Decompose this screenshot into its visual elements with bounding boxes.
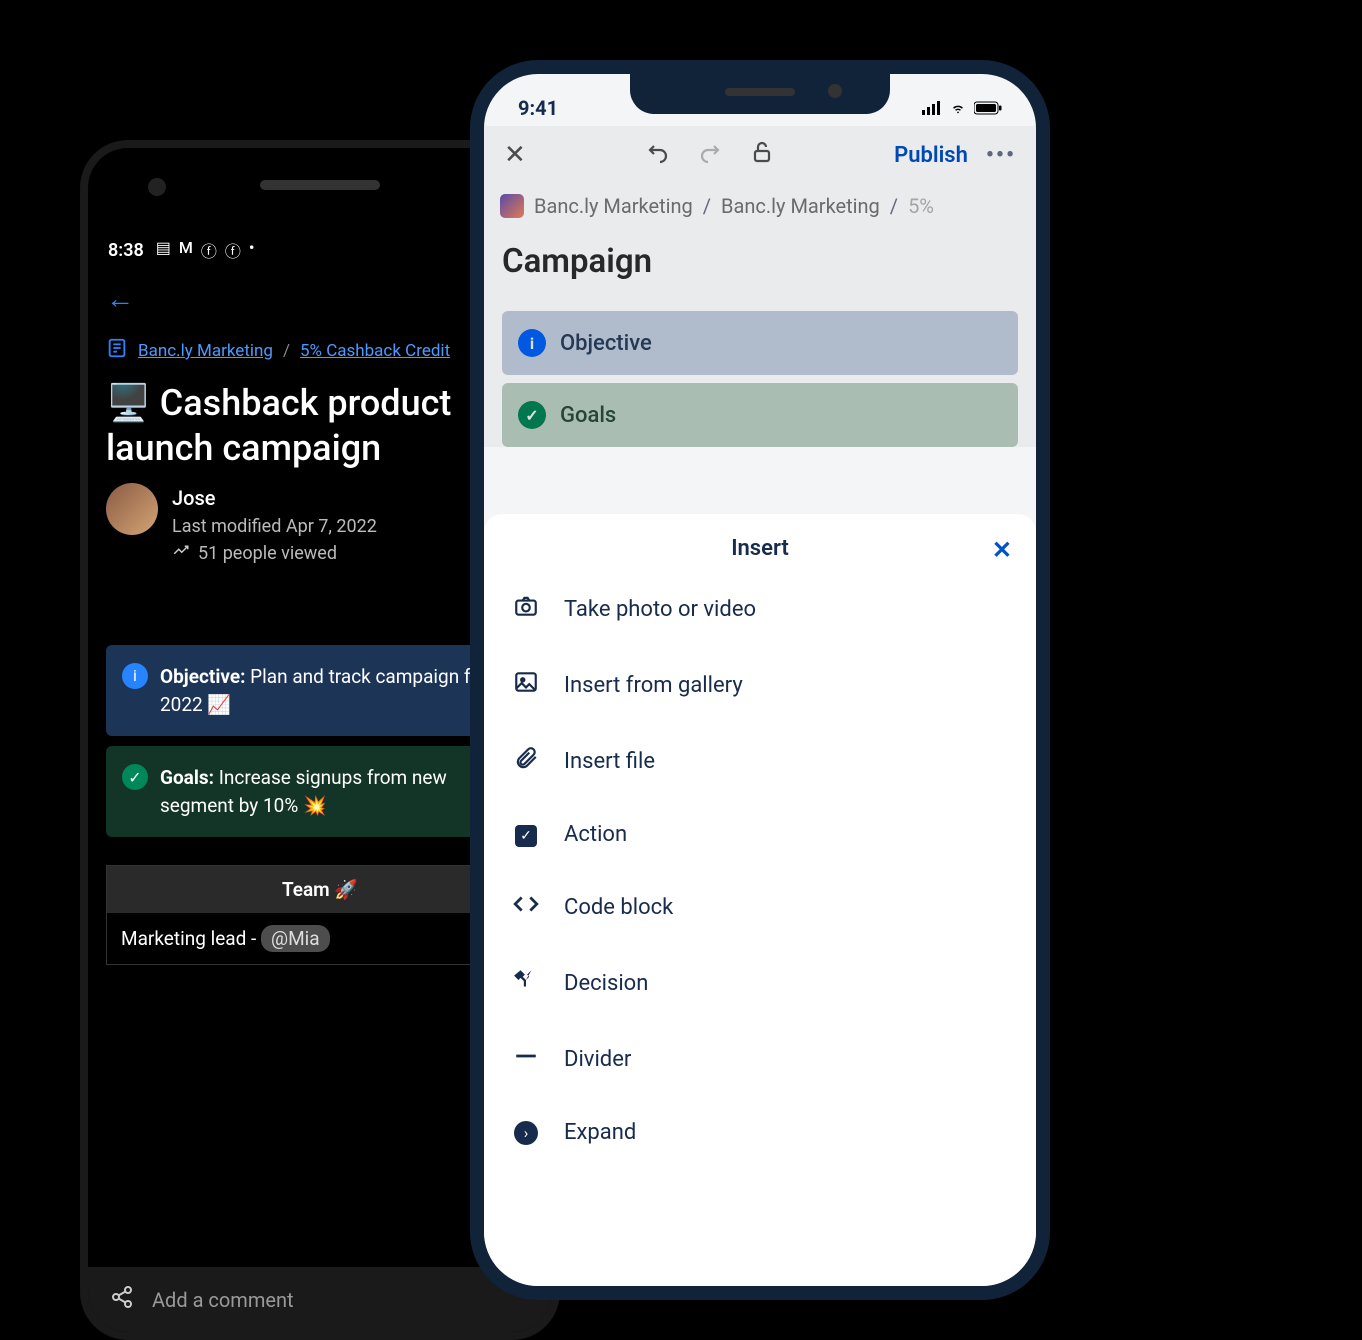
image-icon: ▤ <box>156 238 171 262</box>
breadcrumb-item-3[interactable]: 5% <box>908 194 934 218</box>
breadcrumb-item-1[interactable]: Banc.ly Marketing <box>534 194 693 218</box>
insert-file[interactable]: Insert file <box>484 723 1036 799</box>
insert-expand[interactable]: › Expand <box>484 1097 1036 1167</box>
sheet-title-text: Insert <box>731 536 789 561</box>
breadcrumb: Banc.ly Marketing / Banc.ly Marketing / … <box>484 184 1036 218</box>
objective-panel[interactable]: i Objective <box>502 311 1018 375</box>
breadcrumb-space[interactable]: Banc.ly Marketing <box>138 341 273 361</box>
comment-bar[interactable]: Add a comment <box>88 1267 552 1332</box>
checkbox-icon: ✓ <box>512 821 540 847</box>
signal-icon <box>922 96 942 120</box>
iphone-notch <box>630 74 890 114</box>
objective-label: Objective <box>560 331 652 356</box>
item-label: Insert from gallery <box>564 673 743 698</box>
analytics-icon <box>172 540 190 567</box>
page-icon <box>106 337 128 365</box>
camera-dot <box>148 178 166 196</box>
more-icon[interactable]: ••• <box>986 143 1016 168</box>
battery-icon <box>974 96 1002 120</box>
divider-icon <box>512 1043 540 1075</box>
close-icon[interactable]: ✕ <box>504 140 526 170</box>
item-label: Insert file <box>564 749 655 774</box>
insert-take-photo[interactable]: Take photo or video <box>484 571 1036 647</box>
info-icon: i <box>518 329 546 357</box>
breadcrumb-page[interactable]: 5% Cashback Credit <box>300 341 450 361</box>
objective-label: Objective: <box>160 665 245 688</box>
insert-from-gallery[interactable]: Insert from gallery <box>484 647 1036 723</box>
back-arrow-icon[interactable]: ← <box>106 282 134 315</box>
redo-icon[interactable] <box>698 140 722 170</box>
code-icon <box>512 891 540 923</box>
goals-label: Goals: <box>160 766 214 789</box>
success-icon: ✓ <box>122 764 148 790</box>
ios-phone-light: 9:41 ✕ <box>470 60 1050 1300</box>
comment-placeholder: Add a comment <box>152 1288 294 1312</box>
gmail-icon: M <box>179 238 193 262</box>
space-avatar-icon <box>500 194 524 218</box>
camera-icon <box>512 593 540 625</box>
author-name: Jose <box>172 483 377 513</box>
item-label: Decision <box>564 971 648 996</box>
insert-code-block[interactable]: Code block <box>484 869 1036 945</box>
author-avatar[interactable] <box>106 483 158 535</box>
goals-label: Goals <box>560 403 616 428</box>
undo-icon[interactable] <box>646 140 670 170</box>
lock-open-icon[interactable] <box>750 140 774 170</box>
image-icon <box>512 669 540 701</box>
people-viewed: 51 people viewed <box>198 540 337 567</box>
page-title[interactable]: Campaign <box>484 218 1036 303</box>
sheet-close-icon[interactable]: ✕ <box>992 536 1012 564</box>
editor-toolbar: ✕ Publish ••• <box>484 126 1036 184</box>
breadcrumb-item-2[interactable]: Banc.ly Marketing <box>721 194 880 218</box>
speaker-grille <box>260 180 380 190</box>
success-icon: ✓ <box>518 401 546 429</box>
status-icons: ▤ M ⓕ ⓕ • <box>156 238 255 262</box>
info-icon: i <box>122 663 148 689</box>
insert-decision[interactable]: Decision <box>484 945 1036 1021</box>
breadcrumb-separator: / <box>283 341 290 361</box>
status-time: 9:41 <box>518 96 558 120</box>
sheet-title: Insert ✕ <box>484 536 1036 571</box>
item-label: Divider <box>564 1047 631 1072</box>
last-modified: Last modified Apr 7, 2022 <box>172 513 377 540</box>
insert-divider[interactable]: Divider <box>484 1021 1036 1097</box>
item-label: Expand <box>564 1120 636 1145</box>
insert-sheet: Insert ✕ Take photo or video Insert from… <box>484 514 1036 1286</box>
share-icon[interactable] <box>110 1285 134 1314</box>
row-label: Marketing lead - <box>121 927 261 950</box>
expand-icon: › <box>512 1119 540 1145</box>
status-time: 8:38 <box>108 240 144 261</box>
goals-panel[interactable]: ✓ Goals <box>502 383 1018 447</box>
publish-button[interactable]: Publish <box>894 143 968 168</box>
facebook-icon-2: ⓕ <box>225 238 241 262</box>
insert-action[interactable]: ✓ Action <box>484 799 1036 869</box>
breadcrumb-separator: / <box>703 194 711 218</box>
user-mention[interactable]: @Mia <box>261 925 330 952</box>
facebook-icon: ⓕ <box>201 238 217 262</box>
item-label: Take photo or video <box>564 597 756 622</box>
wifi-icon <box>948 96 968 120</box>
decision-icon <box>512 967 540 999</box>
item-label: Action <box>564 822 627 847</box>
dot-icon: • <box>249 238 255 262</box>
paperclip-icon <box>512 745 540 777</box>
status-right-icons <box>922 96 1002 120</box>
breadcrumb-separator: / <box>890 194 898 218</box>
item-label: Code block <box>564 895 673 920</box>
